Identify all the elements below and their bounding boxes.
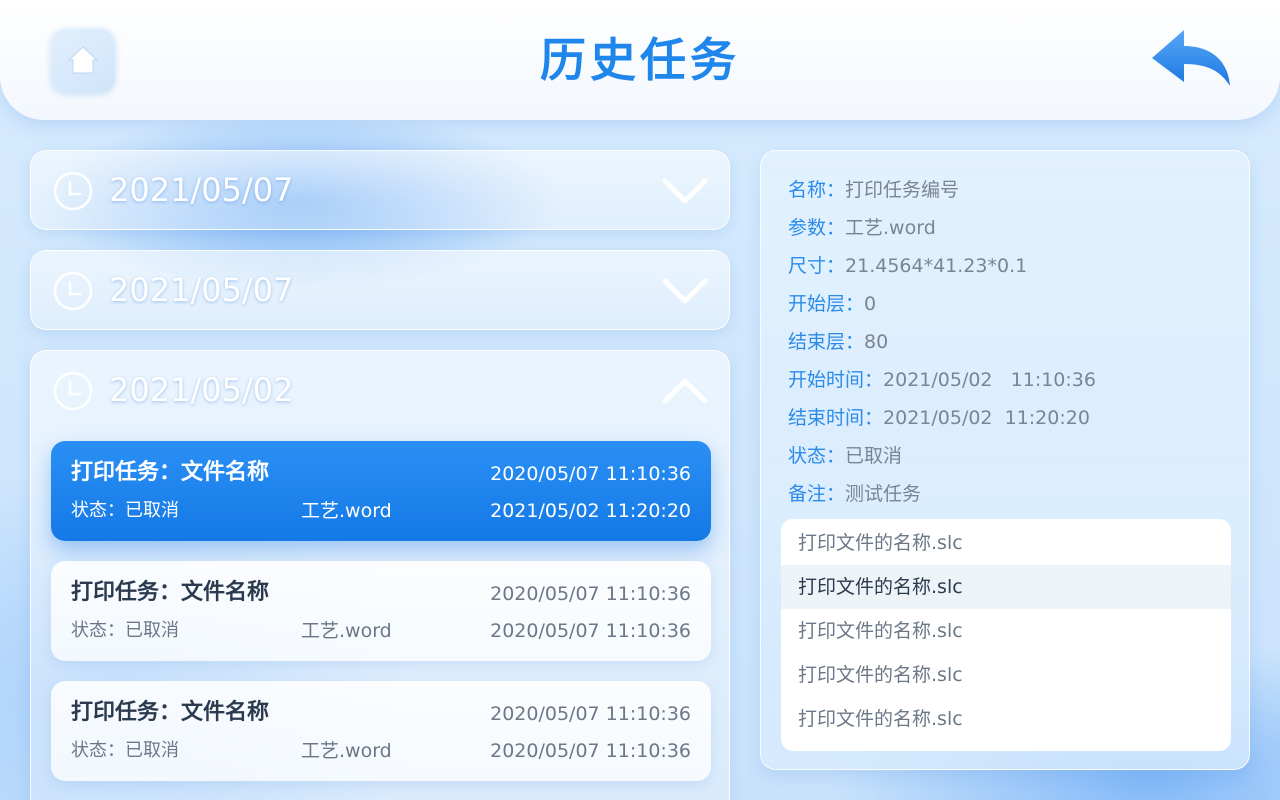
date-group-1[interactable]: 2021/05/07: [30, 150, 730, 230]
detail-label: 结束层：: [788, 331, 865, 353]
task-status: 状态：已取消: [71, 500, 179, 521]
clock-icon: [53, 371, 93, 411]
date-group-3[interactable]: 2021/05/02 打印任务：文件名称 2020/05/07 11:10:36…: [30, 350, 730, 800]
detail-label: 备注：: [788, 483, 846, 505]
detail-status: 状态：已取消: [788, 443, 902, 469]
detail-value: 工艺.word: [845, 217, 936, 239]
task-craft: 工艺.word: [301, 740, 392, 762]
chevron-down-icon[interactable]: [661, 277, 709, 305]
detail-name: 名称：打印任务编号: [788, 177, 959, 203]
detail-value: 2021/05/02 11:10:36: [883, 369, 1096, 391]
back-button[interactable]: [1150, 28, 1234, 90]
task-start-time: 2020/05/07 11:10:36: [490, 463, 691, 485]
detail-label: 参数：: [788, 217, 846, 239]
file-item[interactable]: 打印文件的名称.slc: [781, 565, 1231, 609]
task-end-time: 2021/05/02 11:20:20: [490, 500, 691, 522]
detail-size: 尺寸：21.4564*41.23*0.1: [788, 253, 1027, 279]
detail-label: 开始层：: [788, 293, 865, 315]
task-status: 状态：已取消: [71, 620, 179, 641]
file-item[interactable]: 打印文件的名称.slc: [781, 521, 1231, 565]
detail-start-time: 开始时间：2021/05/02 11:10:36: [788, 367, 1096, 393]
file-item[interactable]: 打印文件的名称.slc: [781, 653, 1231, 697]
date-label: 2021/05/07: [109, 271, 294, 309]
chevron-down-icon[interactable]: [661, 177, 709, 205]
page-title: 历史任务: [540, 33, 740, 87]
detail-value: 21.4564*41.23*0.1: [845, 255, 1028, 277]
file-item[interactable]: 打印文件的名称.slc: [781, 609, 1231, 653]
task-title: 打印任务：文件名称: [71, 700, 270, 725]
detail-label: 结束时间：: [788, 407, 884, 429]
history-list: 2021/05/07 2021/05/07 2021/05/02 打印任务：文件…: [30, 150, 730, 800]
detail-end-layer: 结束层：80: [788, 329, 888, 355]
detail-value: 0: [864, 293, 877, 315]
detail-remark: 备注：测试任务: [788, 481, 921, 507]
task-start-time: 2020/05/07 11:10:36: [490, 703, 691, 725]
chevron-up-icon[interactable]: [661, 377, 709, 405]
task-detail-panel: 名称：打印任务编号 参数：工艺.word 尺寸：21.4564*41.23*0.…: [760, 150, 1250, 770]
detail-start-layer: 开始层：0: [788, 291, 876, 317]
task-item-1[interactable]: 打印任务：文件名称 2020/05/07 11:10:36 状态：已取消 工艺.…: [51, 441, 711, 541]
date-label: 2021/05/07: [109, 171, 294, 209]
task-item-3[interactable]: 打印任务：文件名称 2020/05/07 11:10:36 状态：已取消 工艺.…: [51, 681, 711, 781]
task-item-2[interactable]: 打印任务：文件名称 2020/05/07 11:10:36 状态：已取消 工艺.…: [51, 561, 711, 661]
date-group-2[interactable]: 2021/05/07: [30, 250, 730, 330]
detail-label: 尺寸：: [788, 255, 846, 277]
task-status: 状态：已取消: [71, 740, 179, 761]
detail-label: 状态：: [788, 445, 846, 467]
task-craft: 工艺.word: [301, 620, 392, 642]
file-list: 打印文件的名称.slc 打印文件的名称.slc 打印文件的名称.slc 打印文件…: [781, 519, 1231, 751]
task-craft: 工艺.word: [301, 500, 392, 522]
detail-params: 参数：工艺.word: [788, 215, 936, 241]
file-item[interactable]: 打印文件的名称.slc: [781, 697, 1231, 741]
task-start-time: 2020/05/07 11:10:36: [490, 583, 691, 605]
task-end-time: 2020/05/07 11:10:36: [490, 740, 691, 762]
back-arrow-icon: [1152, 30, 1230, 86]
detail-value: 测试任务: [845, 483, 922, 505]
task-end-time: 2020/05/07 11:10:36: [490, 620, 691, 642]
task-title: 打印任务：文件名称: [71, 460, 270, 485]
detail-value: 已取消: [845, 445, 903, 467]
clock-icon: [53, 171, 93, 211]
detail-value: 打印任务编号: [845, 179, 960, 201]
detail-value: 80: [864, 331, 889, 353]
detail-label: 开始时间：: [788, 369, 884, 391]
detail-end-time: 结束时间：2021/05/02 11:20:20: [788, 405, 1090, 431]
detail-label: 名称：: [788, 179, 846, 201]
header-bar: 历史任务: [0, 0, 1280, 120]
clock-icon: [53, 271, 93, 311]
task-title: 打印任务：文件名称: [71, 580, 270, 605]
date-label: 2021/05/02: [109, 371, 294, 409]
detail-value: 2021/05/02 11:20:20: [883, 407, 1090, 429]
